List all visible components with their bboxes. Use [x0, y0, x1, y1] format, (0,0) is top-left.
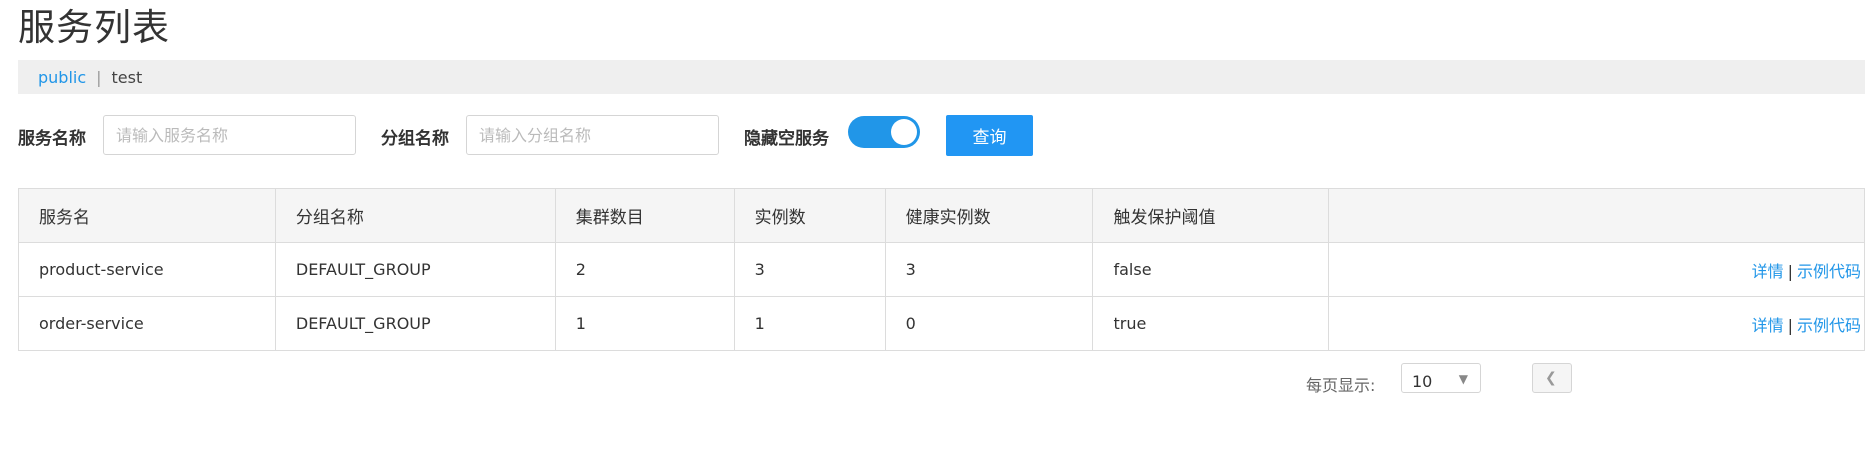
page-size-value: 10: [1412, 372, 1433, 391]
cell-service: product-service: [18, 242, 276, 297]
header-healthy: 健康实例数: [884, 188, 1094, 243]
header-service: 服务名: [18, 188, 276, 243]
page-title: 服务列表: [18, 6, 170, 49]
header-instances: 实例数: [733, 188, 886, 243]
cell-healthy: 3: [884, 242, 1094, 297]
header-group: 分组名称: [274, 188, 556, 243]
detail-link[interactable]: 详情: [1752, 316, 1784, 335]
query-button[interactable]: 查询: [946, 115, 1033, 156]
cell-threshold: true: [1092, 296, 1330, 351]
hide-empty-label: 隐藏空服务: [744, 129, 829, 149]
table-row: product-service DEFAULT_GROUP 2 3 3 fals…: [18, 242, 1865, 297]
table-row: order-service DEFAULT_GROUP 1 1 0 true 详…: [18, 296, 1865, 351]
namespace-bar: public | test: [18, 60, 1865, 94]
table-header-row: 服务名 分组名称 集群数目 实例数 健康实例数 触发保护阈值 操作: [18, 188, 1865, 243]
toggle-knob: [891, 119, 917, 145]
group-name-label: 分组名称: [381, 129, 449, 149]
cell-instances: 1: [733, 296, 886, 351]
cell-threshold: false: [1092, 242, 1330, 297]
header-threshold: 触发保护阈值: [1092, 188, 1330, 243]
header-operations: 操作: [1328, 188, 1865, 243]
sample-code-link[interactable]: 示例代码: [1797, 316, 1861, 335]
cell-instances: 3: [733, 242, 886, 297]
detail-link[interactable]: 详情: [1752, 262, 1784, 281]
op-separator: |: [1787, 315, 1793, 335]
cell-service: order-service: [18, 296, 276, 351]
service-table: 服务名 分组名称 集群数目 实例数 健康实例数 触发保护阈值 操作 produc…: [18, 188, 1865, 351]
service-name-label: 服务名称: [18, 129, 86, 149]
group-name-input[interactable]: [466, 115, 719, 155]
cell-clusters: 2: [554, 242, 735, 297]
page-size-label: 每页显示:: [1306, 376, 1376, 395]
page-size-select[interactable]: 10 ▼: [1401, 363, 1481, 393]
hide-empty-toggle[interactable]: [848, 116, 920, 148]
sample-code-link[interactable]: 示例代码: [1797, 262, 1861, 281]
namespace-public[interactable]: public: [38, 68, 86, 87]
header-clusters: 集群数目: [554, 188, 735, 243]
service-name-input[interactable]: [103, 115, 356, 155]
chevron-left-icon[interactable]: ❮: [1532, 363, 1572, 393]
cell-operations: 详情 | 示例代码: [1328, 242, 1865, 297]
namespace-separator: |: [96, 67, 102, 87]
cell-group: DEFAULT_GROUP: [274, 242, 556, 297]
namespace-test[interactable]: test: [112, 68, 143, 87]
cell-group: DEFAULT_GROUP: [274, 296, 556, 351]
chevron-down-icon: ▼: [1458, 372, 1468, 386]
op-separator: |: [1787, 261, 1793, 281]
cell-healthy: 0: [884, 296, 1094, 351]
cell-clusters: 1: [554, 296, 735, 351]
cell-operations: 详情 | 示例代码: [1328, 296, 1865, 351]
